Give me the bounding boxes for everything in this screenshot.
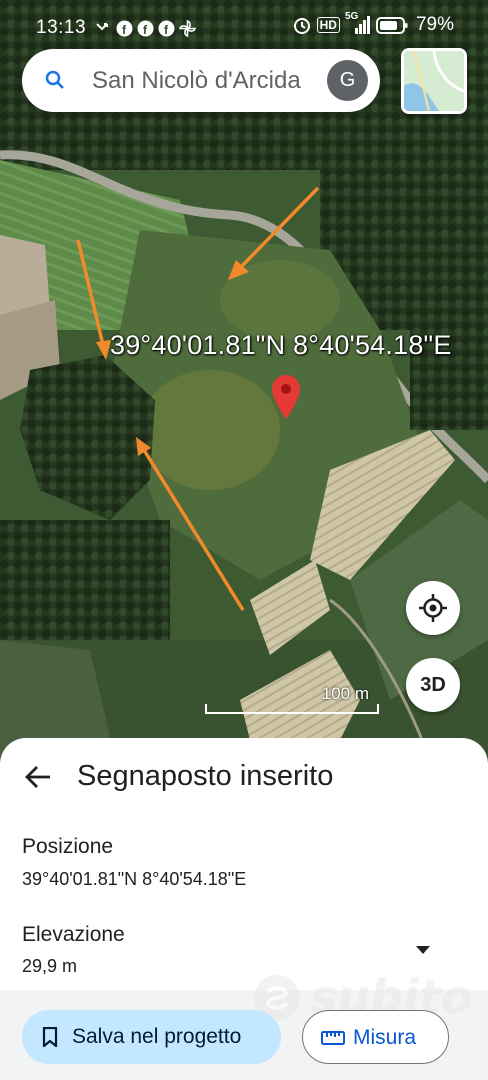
scale-label: 100 m: [321, 684, 369, 703]
arrow-bottom: [142, 449, 245, 611]
my-location-button[interactable]: [406, 581, 460, 635]
battery-percentage: 79%: [415, 14, 454, 35]
expand-dropdown-icon[interactable]: [416, 946, 430, 954]
sheet-title: Segnaposto inserito: [77, 760, 334, 792]
search-bar[interactable]: San Nicolò d'Arcida G: [22, 49, 380, 112]
satellite-map[interactable]: 39°40'01.81"N 8°40'54.18"E 3D 100 m: [0, 0, 488, 780]
battery-icon: [375, 16, 408, 34]
position-label: Posizione: [22, 835, 114, 858]
save-to-project-button[interactable]: Salva nel progetto: [22, 1010, 281, 1064]
map-pin-icon[interactable]: [272, 375, 300, 419]
facebook-icon: f: [136, 19, 154, 37]
measure-button[interactable]: Misura: [302, 1010, 449, 1064]
map-coordinate-label: 39°40'01.81"N 8°40'54.18"E: [110, 330, 452, 360]
bookmark-icon: [42, 1027, 58, 1047]
save-button-label: Salva nel progetto: [72, 1025, 242, 1048]
arrow-top: [238, 186, 320, 270]
back-arrow-icon[interactable]: [24, 763, 52, 791]
position-value[interactable]: 39°40'01.81"N 8°40'54.18"E: [22, 869, 246, 890]
search-query[interactable]: San Nicolò d'Arcida: [92, 67, 301, 95]
missed-call-icon: [94, 19, 112, 37]
arrow-left: [76, 239, 105, 346]
arrow-left-head: [96, 340, 111, 360]
measure-button-label: Misura: [353, 1026, 417, 1049]
scale-bar: [205, 704, 379, 714]
facebook-icon: f: [115, 19, 133, 37]
account-avatar[interactable]: G: [327, 60, 368, 101]
notification-icons: f f f: [94, 19, 196, 37]
elevation-label: Elevazione: [22, 923, 125, 946]
search-icon[interactable]: [44, 69, 66, 91]
alarm-icon: [293, 18, 310, 34]
map-scale: 100 m: [205, 684, 379, 714]
ruler-icon: [321, 1031, 345, 1045]
location-target-icon: [419, 594, 447, 622]
3d-view-button[interactable]: 3D: [406, 658, 460, 712]
map-layers-button[interactable]: [401, 48, 467, 114]
map-layers-thumbnail-icon: [404, 51, 464, 111]
signal-icon: 5G: [345, 11, 371, 35]
facebook-icon: f: [157, 19, 175, 37]
elevation-value: 29,9 m: [22, 956, 78, 976]
pinwheel-app-icon: [178, 19, 196, 37]
status-time: 13:13: [36, 17, 87, 38]
status-right: HD 5G 79%: [292, 11, 454, 36]
arrow-bottom-head: [136, 437, 151, 456]
annotation-arrows: [76, 186, 320, 611]
hd-badge: HD: [316, 17, 340, 33]
